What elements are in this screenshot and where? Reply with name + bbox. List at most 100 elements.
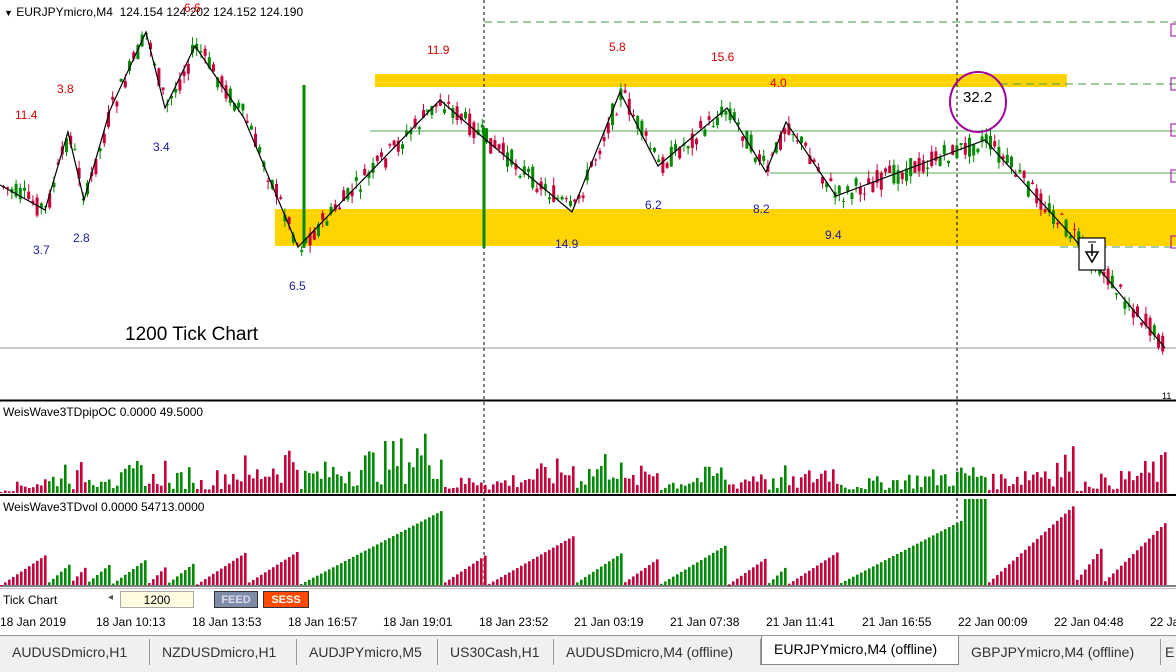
tab-gbpjpymicro-m4[interactable]: GBPJPYmicro,M4 (offline) (959, 639, 1161, 665)
histogram-bar (912, 545, 915, 585)
histogram-bar (484, 555, 487, 585)
histogram-bar (684, 485, 687, 493)
histogram-bar (1136, 476, 1139, 493)
histogram-bar (952, 525, 955, 585)
histogram-bar (1040, 535, 1043, 585)
histogram-bar (996, 489, 999, 493)
histogram-bar (176, 576, 179, 585)
candle-body (279, 197, 283, 199)
swing-label-high: 3.8 (57, 82, 74, 96)
candle-body (527, 168, 530, 172)
histogram-bar (728, 484, 731, 493)
sell-arrow-icon[interactable] (1078, 237, 1106, 271)
histogram-bar (124, 468, 127, 493)
histogram-bar (376, 544, 379, 585)
histogram-bar (668, 579, 671, 585)
candle-body (203, 48, 207, 56)
histogram-bar (400, 438, 403, 493)
histogram-bar (732, 581, 735, 585)
time-tick: 18 Jan 13:53 (192, 615, 262, 629)
histogram-bar (136, 566, 139, 585)
sess-button[interactable]: SESS (263, 591, 309, 608)
histogram-bar (788, 485, 791, 493)
candle-body (737, 122, 740, 125)
histogram-bar (1020, 553, 1023, 585)
tick-count-input[interactable]: 1200 (120, 591, 194, 608)
tab-more[interactable]: E (1161, 639, 1176, 665)
histogram-bar (1028, 546, 1031, 585)
histogram-bar (1112, 489, 1115, 493)
candle-body (762, 155, 766, 161)
histogram-bar (588, 574, 591, 585)
histogram-bar (744, 479, 747, 493)
histogram-bar (260, 574, 263, 585)
histogram-bar (1140, 472, 1143, 493)
histogram-bar (688, 567, 691, 585)
histogram-bar (948, 527, 951, 585)
tab-nzdusdmicro-h1[interactable]: NZDUSDmicro,H1 (150, 639, 297, 665)
histogram-bar (628, 478, 631, 493)
histogram-bar (964, 473, 967, 493)
tab-audjpymicro-m5[interactable]: AUDJPYmicro,M5 (297, 639, 438, 665)
tab-eurjpymicro-m4[interactable]: EURJPYmicro,M4 (offline) (761, 636, 959, 665)
histogram-bar (540, 463, 543, 493)
swing-label-low: 8.2 (753, 202, 770, 216)
histogram-bar (600, 466, 603, 493)
histogram-bar (264, 572, 267, 585)
histogram-bar (920, 541, 923, 585)
toolbar-arrow-icon[interactable]: ◂ (108, 592, 113, 603)
candle-body (111, 96, 115, 100)
histogram-bar (1132, 554, 1135, 585)
feed-button[interactable]: FEED (214, 591, 258, 608)
histogram-bar (876, 564, 879, 585)
candle-body (955, 145, 959, 159)
candle-body (842, 200, 845, 202)
histogram-bar (152, 579, 155, 585)
histogram-bar (672, 482, 675, 493)
histogram-bar (764, 479, 767, 493)
tab-us30cash-h1[interactable]: US30Cash,H1 (438, 639, 554, 665)
histogram-bar (592, 476, 595, 493)
histogram-bar (500, 482, 503, 493)
histogram-bar (292, 554, 295, 585)
histogram-bar (772, 579, 775, 585)
histogram-bar (584, 484, 587, 493)
histogram-bar (428, 465, 431, 493)
histogram-bar (1160, 527, 1163, 585)
time-tick: 22 Jan (1150, 615, 1176, 629)
histogram-bar (596, 469, 599, 493)
histogram-bar (1008, 486, 1011, 493)
chart-tabs: AUDUSDmicro,H1 NZDUSDmicro,H1 AUDJPYmicr… (0, 635, 1176, 672)
histogram-bar (20, 485, 23, 493)
histogram-bar (256, 577, 259, 585)
histogram-bar (692, 482, 695, 493)
histogram-bar (548, 478, 551, 493)
histogram-bar (740, 575, 743, 585)
histogram-bar (868, 478, 871, 493)
histogram-bar (816, 565, 819, 585)
histogram-bar (988, 582, 991, 585)
histogram-bar (148, 483, 151, 493)
histogram-bar (732, 484, 735, 493)
time-axis: 18 Jan 2019 18 Jan 10:13 18 Jan 13:53 18… (0, 611, 1176, 635)
histogram-bar (348, 558, 351, 585)
histogram-bar (708, 466, 711, 493)
histogram-bar (644, 567, 647, 585)
histogram-bar (632, 474, 635, 493)
histogram-bar (348, 471, 351, 493)
histogram-bar (832, 469, 835, 493)
histogram-bar (328, 477, 331, 493)
histogram-bar (548, 549, 551, 585)
tab-audusdmicro-h1[interactable]: AUDUSDmicro,H1 (0, 639, 150, 665)
candle-body (854, 178, 858, 186)
histogram-bar (1040, 477, 1043, 493)
dropdown-triangle-icon[interactable]: ▼ (4, 8, 13, 18)
histogram-bar (1104, 581, 1107, 585)
tab-audusdmicro-m4[interactable]: AUDUSDmicro,M4 (offline) (554, 639, 761, 665)
histogram-bar (268, 569, 271, 585)
histogram-bar (1116, 488, 1119, 493)
candle-body (249, 125, 253, 130)
candle-body (615, 114, 619, 116)
histogram-bar (108, 479, 111, 493)
histogram-bar (928, 537, 931, 585)
